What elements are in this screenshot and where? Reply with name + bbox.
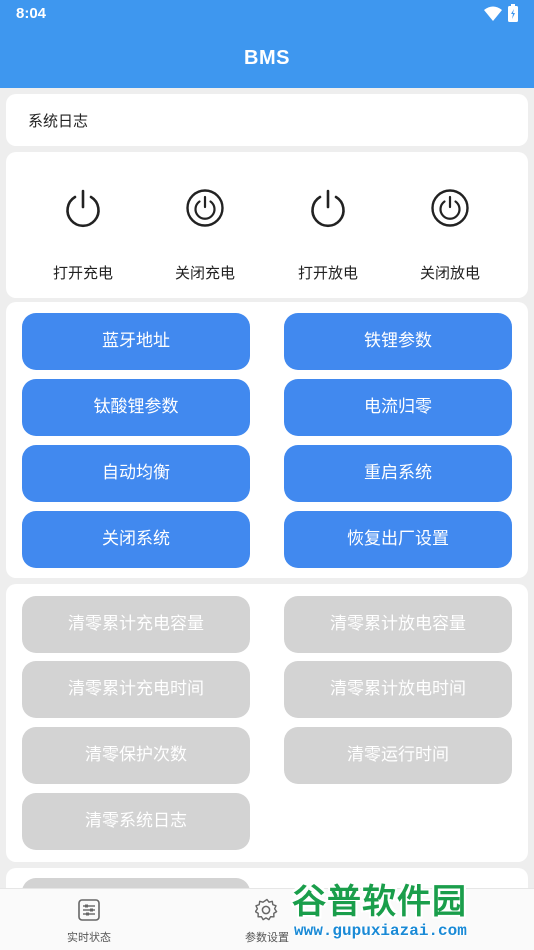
watermark-url: www.gupuxiazai.com	[294, 922, 467, 940]
open-discharge-button[interactable]: 打开放电	[267, 152, 389, 298]
clear-discharge-capacity-button[interactable]: 清零累计放电容量	[284, 596, 512, 653]
nav-realtime-status[interactable]: 实时状态	[39, 889, 139, 950]
status-bar: 8:04	[0, 0, 534, 28]
watermark-text: 谷普软件园	[292, 882, 467, 922]
clear-discharge-time-button[interactable]: 清零累计放电时间	[284, 661, 512, 718]
power-controls-card: 打开充电 关闭充电 打开放电 关闭放电	[6, 152, 528, 298]
auto-balance-button[interactable]: 自动均衡	[22, 445, 250, 502]
system-log-label: 系统日志	[28, 112, 89, 130]
factory-reset-button[interactable]: 恢复出厂设置	[284, 511, 512, 568]
bluetooth-address-button[interactable]: 蓝牙地址	[22, 313, 250, 370]
clear-runtime-button[interactable]: 清零运行时间	[284, 727, 512, 784]
lto-params-button[interactable]: 钛酸锂参数	[22, 379, 250, 436]
current-zero-button[interactable]: 电流归零	[284, 379, 512, 436]
open-charge-label: 打开充电	[52, 264, 113, 282]
close-charge-button[interactable]: 关闭充电	[144, 152, 266, 298]
clear-system-log-button[interactable]: 清零系统日志	[22, 793, 250, 850]
status-time: 8:04	[16, 5, 47, 22]
battery-icon	[508, 4, 518, 26]
clear-charge-time-button[interactable]: 清零累计充电时间	[22, 661, 250, 718]
nav-realtime-status-label: 实时状态	[67, 931, 111, 944]
open-charge-button[interactable]: 打开充电	[22, 152, 144, 298]
clear-buttons-card: 清零累计充电容量 清零累计放电容量 清零累计充电时间 清零累计放电时间 清零保护…	[6, 584, 528, 862]
lifepo4-params-button[interactable]: 铁锂参数	[284, 313, 512, 370]
clear-charge-capacity-button[interactable]: 清零累计充电容量	[22, 596, 250, 653]
close-discharge-button[interactable]: 关闭放电	[389, 152, 511, 298]
function-buttons-card: 蓝牙地址 铁锂参数 钛酸锂参数 电流归零 自动均衡 重启系统 关闭系统 恢复出厂…	[6, 302, 528, 578]
clear-protection-count-button[interactable]: 清零保护次数	[22, 727, 250, 784]
close-discharge-label: 关闭放电	[419, 264, 480, 282]
system-log-card[interactable]: 系统日志	[6, 94, 528, 146]
app-bar-title: BMS	[0, 28, 534, 88]
watermark-logo: 谷普软件园 www.gupuxiazai.com	[288, 872, 534, 950]
wifi-icon	[484, 6, 502, 26]
shutdown-system-button[interactable]: 关闭系统	[22, 511, 250, 568]
open-discharge-label: 打开放电	[297, 264, 358, 282]
close-charge-label: 关闭充电	[174, 264, 235, 282]
restart-system-button[interactable]: 重启系统	[284, 445, 512, 502]
